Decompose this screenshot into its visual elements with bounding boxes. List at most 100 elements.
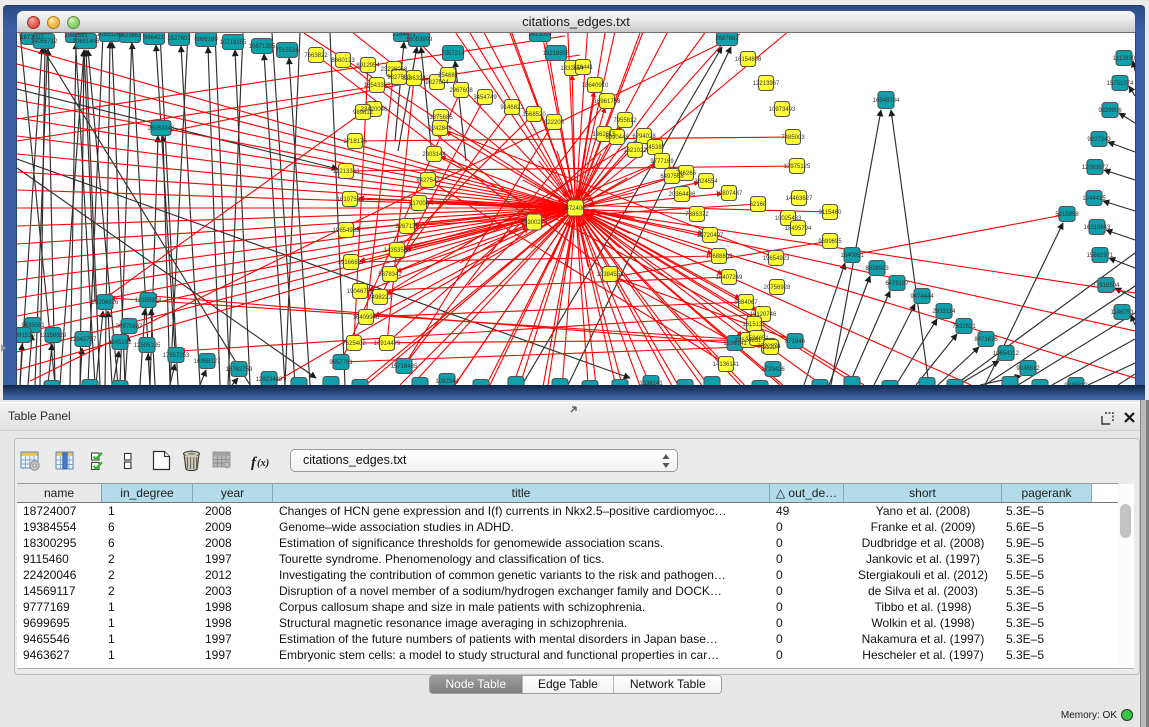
svg-text:18640910: 18640910 [582,83,609,89]
svg-text:822203: 822203 [544,120,565,126]
svg-text:8435061: 8435061 [21,323,45,329]
svg-text:20364436: 20364436 [669,192,696,198]
svg-text:5878342: 5878342 [378,272,402,278]
svg-text:6794028: 6794028 [632,134,656,140]
svg-text:10719155: 10719155 [220,40,247,46]
svg-text:1112830: 1112830 [1113,56,1135,62]
svg-text:6990448: 6990448 [605,135,629,141]
svg-text:12975125: 12975125 [784,164,811,170]
svg-text:19384554: 19384554 [597,272,624,278]
svg-text:12093872: 12093872 [1082,165,1109,171]
svg-text:16961758: 16961758 [594,99,621,105]
svg-text:15716485: 15716485 [391,364,418,370]
svg-text:15751074: 15751074 [1107,81,1134,87]
svg-text:7386372: 7386372 [685,212,709,218]
svg-text:16543382: 16543382 [364,83,391,89]
svg-text:8471676: 8471676 [974,337,998,343]
svg-text:6966160: 6966160 [194,37,218,43]
svg-text:9657791: 9657791 [329,360,353,366]
svg-text:14463627: 14463627 [786,196,813,202]
svg-text:12942757: 12942757 [70,337,97,343]
svg-text:817004: 817004 [409,201,430,207]
svg-text:6479197: 6479197 [885,281,909,287]
svg-text:7955812: 7955812 [613,118,637,124]
svg-text:1568520: 1568520 [522,112,546,118]
svg-text:15720407: 15720407 [697,233,724,239]
svg-text:30975887: 30975887 [116,324,143,330]
svg-text:8938923: 8938923 [865,266,889,272]
svg-text:(x): (x) [257,458,269,469]
svg-text:10671355: 10671355 [249,44,276,50]
svg-text:2933114: 2933114 [933,309,957,315]
svg-text:62160: 62160 [750,202,767,208]
svg-text:18724007: 18724007 [562,206,589,212]
svg-text:2803144: 2803144 [422,152,446,158]
svg-text:1391530: 1391530 [17,333,35,339]
svg-text:1145191: 1145191 [109,340,133,346]
svg-text:14055712: 14055712 [31,39,58,45]
svg-text:9242848: 9242848 [428,126,452,132]
svg-text:12213363: 12213363 [333,169,360,175]
svg-text:2967608: 2967608 [449,88,473,94]
svg-text:9777169: 9777169 [650,159,674,165]
svg-text:9474444: 9474444 [910,294,934,300]
svg-text:7663822: 7663822 [304,53,328,59]
svg-text:10654112: 10654112 [993,351,1020,357]
svg-text:10973493: 10973493 [769,107,796,113]
svg-text:12213967: 12213967 [753,81,780,87]
svg-text:7485003: 7485003 [781,135,805,141]
svg-text:19654923: 19654923 [763,256,790,262]
svg-text:6497568: 6497568 [660,174,684,180]
svg-text:8912954: 8912954 [356,63,380,69]
svg-text:12359924: 12359924 [135,298,162,304]
svg-text:966421: 966421 [144,35,165,41]
svg-text:19166827: 19166827 [338,260,365,266]
svg-text:16053809: 16053809 [406,37,433,43]
svg-text:12923448: 12923448 [256,377,283,383]
svg-text:216441: 216441 [573,65,594,71]
svg-text:3267130: 3267130 [395,224,419,230]
svg-text:7357214: 7357214 [441,51,465,57]
svg-text:1733426: 1733426 [761,367,785,373]
svg-text:16107563: 16107563 [337,197,364,203]
svg-text:245387: 245387 [645,145,666,151]
svg-text:1244415: 1244415 [1082,196,1106,202]
svg-text:16409948: 16409948 [353,315,380,321]
svg-text:9227343: 9227343 [1087,137,1111,143]
svg-text:19654983: 19654983 [333,228,360,234]
svg-text:8427542: 8427542 [416,178,440,184]
svg-text:1640951: 1640951 [840,253,864,259]
svg-text:8660123: 8660123 [331,58,355,64]
svg-text:9329906: 9329906 [1098,108,1122,114]
svg-text:989612: 989612 [353,110,374,116]
svg-text:12505135: 12505135 [134,343,161,349]
svg-text:1623662: 1623662 [118,33,142,39]
svg-text:2718176: 2718176 [343,139,367,145]
svg-text:7632621: 7632621 [952,324,976,330]
svg-text:10807487: 10807487 [716,191,743,197]
svg-text:18407249: 18407249 [716,275,743,281]
svg-text:9827504: 9827504 [425,80,449,86]
svg-text:18495794: 18495794 [785,226,812,232]
svg-text:9699695: 9699695 [818,239,842,245]
svg-text:1146753: 1146753 [1111,310,1135,316]
svg-text:20691406: 20691406 [73,39,100,45]
svg-text:3813054: 3813054 [528,33,552,38]
svg-text:12156829: 12156829 [40,333,67,339]
svg-text:1615132: 1615132 [742,322,766,328]
svg-text:871646: 871646 [785,339,806,345]
svg-text:16914479: 16914479 [374,341,401,347]
svg-text:16120746: 16120746 [750,312,777,318]
svg-text:14353594: 14353594 [384,248,411,254]
svg-text:26053346: 26053346 [148,126,175,132]
svg-text:16782759: 16782759 [226,367,253,373]
svg-text:7625402: 7625402 [342,341,366,347]
svg-text:254687: 254687 [438,73,459,79]
svg-text:10688609: 10688609 [706,254,733,260]
svg-text:3454749: 3454749 [473,95,497,101]
svg-text:9684067: 9684067 [734,300,758,306]
svg-text:17957253: 17957253 [163,353,190,359]
svg-text:2687682: 2687682 [715,36,739,42]
svg-text:16154808: 16154808 [735,57,762,63]
svg-text:17918504: 17918504 [1093,283,1120,289]
